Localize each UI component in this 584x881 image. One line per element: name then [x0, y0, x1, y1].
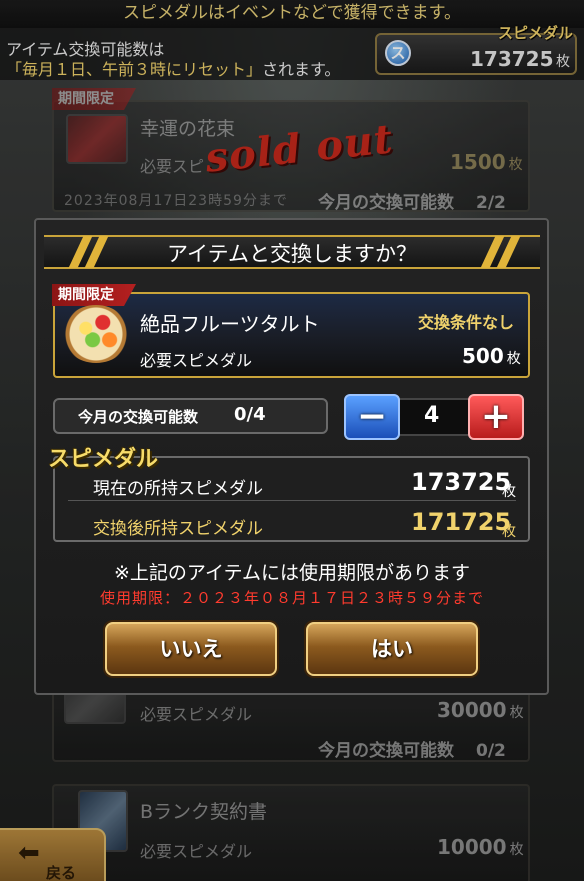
expiry-notice: ※上記のアイテムには使用期限があります: [113, 562, 471, 584]
after-balance-label: 交換後所持スピメダル: [93, 519, 263, 539]
selected-item-price-value: 500: [462, 344, 504, 368]
balance-divider: [68, 500, 516, 501]
after-balance-value: 171725: [411, 508, 512, 536]
decrease-quantity-button[interactable]: −: [344, 394, 400, 440]
monthly-count-label: 今月の交換可能数: [78, 408, 199, 426]
quantity-value: 4: [424, 403, 440, 428]
exchange-condition: 交換条件なし: [418, 313, 515, 332]
monthly-count-value: 0/4: [234, 404, 266, 425]
fruit-tart-icon: [62, 305, 130, 363]
selected-item-price-unit: 枚: [506, 351, 521, 367]
increase-quantity-button[interactable]: +: [468, 394, 524, 440]
selected-item-required-label: 必要スピメダル: [140, 351, 253, 370]
cancel-button[interactable]: いいえ: [105, 622, 277, 676]
confirm-button[interactable]: はい: [306, 622, 478, 676]
balance-section-title: スピメダル: [48, 447, 159, 472]
expiry-date: 使用期限：２０２３年０８月１７日２３時５９分まで: [99, 589, 484, 607]
selected-item-price: 500 枚: [462, 344, 521, 368]
limited-tag: 期間限定: [52, 284, 136, 306]
current-balance-unit: 枚: [502, 484, 516, 500]
dialog-title: アイテムと交換しますか？: [167, 242, 417, 266]
current-balance-label: 現在の所持スピメダル: [93, 479, 263, 499]
selected-item-name: 絶品フルーツタルト: [140, 312, 320, 336]
current-balance-value: 173725: [411, 468, 512, 496]
after-balance-unit: 枚: [502, 524, 516, 540]
